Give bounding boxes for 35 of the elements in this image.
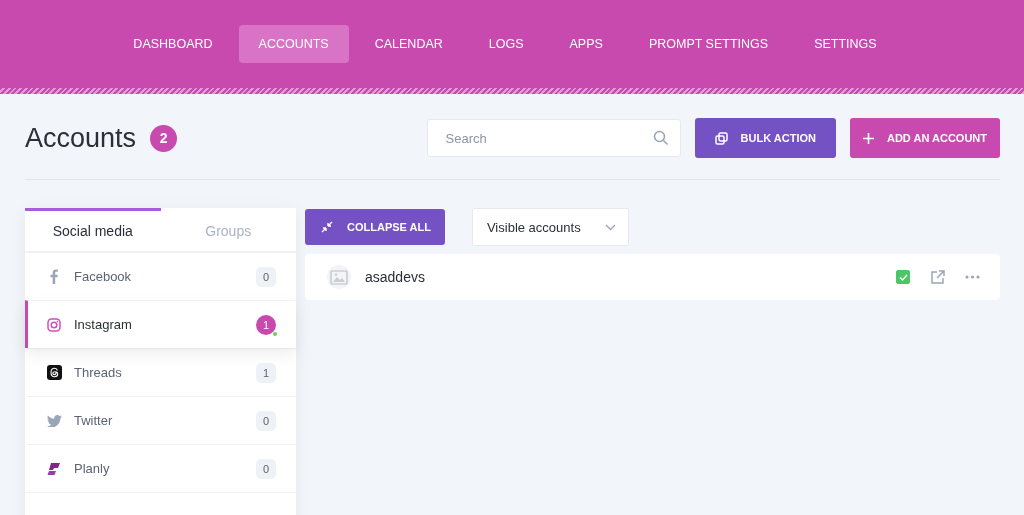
copy-icon xyxy=(714,131,728,145)
nav-tab[interactable]: SETTINGS xyxy=(794,25,897,63)
network-item[interactable]: Planly 0 xyxy=(25,444,296,492)
planly-logo-icon xyxy=(46,461,62,476)
network-item[interactable]: Facebook 0 xyxy=(25,252,296,300)
external-link-icon[interactable] xyxy=(930,269,945,285)
bird-icon xyxy=(46,414,62,427)
collapse-icon xyxy=(321,221,333,233)
more-options-icon[interactable] xyxy=(965,275,980,279)
bulk-action-button[interactable]: BULK ACTION xyxy=(694,118,836,158)
network-item[interactable]: Twitter 0 xyxy=(25,396,296,444)
checkbox[interactable] xyxy=(896,270,910,284)
network-item[interactable]: Instagram 1 xyxy=(25,300,296,348)
add-account-button[interactable]: ADD AN ACCOUNT xyxy=(850,118,1000,158)
collapse-all-button[interactable]: COLLAPSE ALL xyxy=(305,209,445,245)
nav-tab[interactable]: ACCOUNTS xyxy=(238,25,349,63)
nav-tab[interactable]: APPS xyxy=(549,25,623,63)
nav-tab[interactable]: CALENDAR xyxy=(354,25,463,63)
network-item[interactable]: Threads 1 xyxy=(25,348,296,396)
search-icon xyxy=(652,130,669,146)
nav-tab[interactable]: LOGS xyxy=(468,25,544,63)
visible-accounts-dropdown[interactable]: Visible accounts xyxy=(471,208,629,246)
sidebar-tab[interactable]: Social media xyxy=(25,208,161,251)
account-name: asaddevs xyxy=(365,269,425,285)
search-field[interactable]: Search xyxy=(426,119,681,157)
page-title: Accounts xyxy=(25,122,137,154)
nav-tab[interactable]: PROMPT SETTINGS xyxy=(628,25,789,63)
image-placeholder-icon xyxy=(327,265,351,289)
instagram-icon xyxy=(47,317,61,332)
count-badge: 2 xyxy=(150,124,178,152)
plus-icon xyxy=(863,132,874,144)
nav-tab[interactable]: DASHBOARD xyxy=(113,25,233,63)
chevron-down-icon xyxy=(604,223,616,231)
facebook-icon xyxy=(50,269,58,284)
threads-icon xyxy=(46,365,62,380)
